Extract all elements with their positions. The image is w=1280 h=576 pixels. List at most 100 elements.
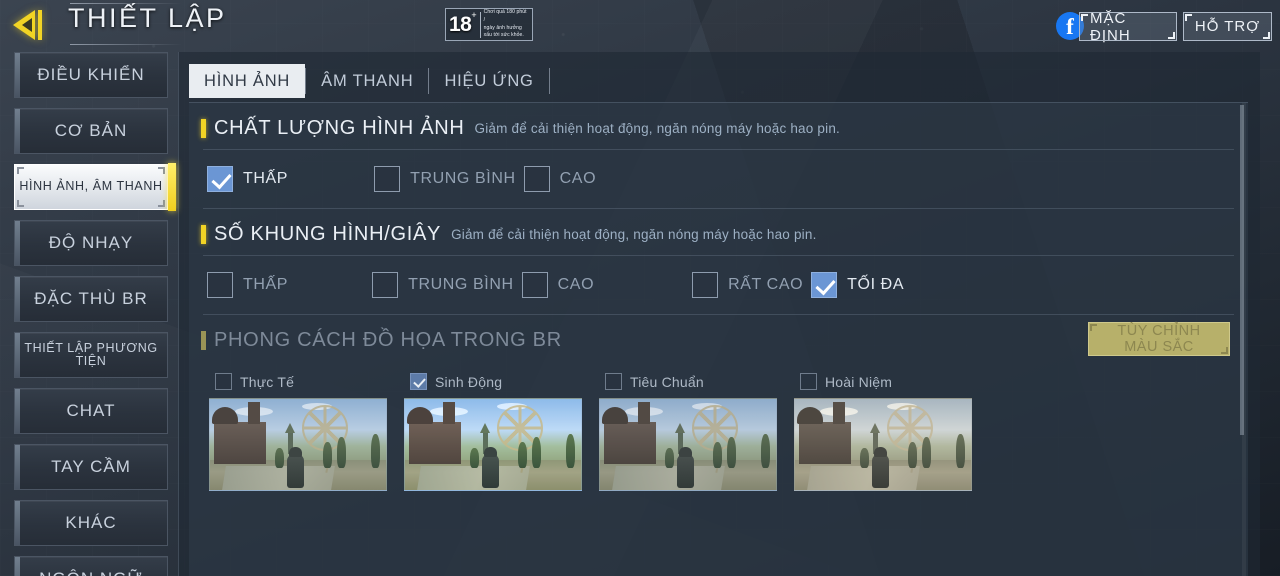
- option-1[interactable]: THẤP: [207, 166, 288, 192]
- checkbox-unchecked-icon[interactable]: [800, 373, 817, 390]
- tab-1[interactable]: HÌNH ẢNH: [189, 64, 306, 98]
- corner-mark-icon: [17, 167, 24, 174]
- church-building-shape: [797, 402, 851, 464]
- checkbox-unchecked-icon[interactable]: [605, 373, 622, 390]
- graphics-style-card-4[interactable]: Hoài Niệm: [794, 367, 972, 491]
- tab-label: HIỆU ỨNG: [444, 71, 534, 90]
- sidebar-item-3[interactable]: HÌNH ẢNH, ÂM THANH: [14, 163, 176, 211]
- default-button[interactable]: MẶC ĐỊNH: [1079, 9, 1177, 44]
- section-graphics-style: PHONG CÁCH ĐỒ HỌA TRONG BR TÙY CHỈNH MÀU…: [189, 315, 1248, 491]
- option-label: TỐI ĐA: [847, 276, 905, 293]
- sidebar-item-6[interactable]: THIẾT LẬP PHƯƠNG TIỆN: [14, 332, 168, 378]
- road-shape: [417, 466, 531, 490]
- tab-3[interactable]: HIỆU ỨNG: [429, 64, 548, 98]
- sidebar-item-label: ĐẶC THÙ BR: [34, 289, 148, 309]
- card-label: Sinh Động: [435, 373, 503, 390]
- panel-scrollbar-thumb[interactable]: [1240, 105, 1244, 435]
- tree-shape: [921, 437, 931, 468]
- card-header: Hoài Niệm: [794, 367, 972, 398]
- tree-shape: [566, 434, 575, 468]
- character-shape: [872, 447, 890, 488]
- graphics-style-preview-image: [794, 398, 972, 491]
- card-header: Tiêu Chuẩn: [599, 367, 777, 398]
- graphics-style-card-1[interactable]: Thực Tế: [209, 367, 387, 491]
- default-button-label: MẶC ĐỊNH: [1090, 9, 1131, 44]
- section-title: PHONG CÁCH ĐỒ HỌA TRONG BR: [214, 329, 562, 351]
- checkbox-unchecked-icon[interactable]: [692, 272, 719, 298]
- age-badge-divider: [479, 11, 481, 38]
- road-shape: [222, 466, 336, 490]
- sidebar-item-label: TAY CẦM: [51, 457, 131, 477]
- sidebar-item-10[interactable]: NGÔN NGỮ: [14, 556, 168, 576]
- corner-mark-icon: [1221, 347, 1228, 354]
- church-building-shape: [407, 402, 461, 464]
- option-1[interactable]: THẤP: [207, 272, 288, 298]
- graphics-style-card-2[interactable]: Sinh Động: [404, 367, 582, 491]
- sidebar-item-5[interactable]: ĐẶC THÙ BR: [14, 276, 168, 322]
- checkbox-unchecked-icon[interactable]: [521, 272, 548, 298]
- tree-shape: [336, 437, 346, 468]
- support-button[interactable]: HỖ TRỢ: [1183, 12, 1272, 41]
- checkbox-unchecked-icon[interactable]: [372, 272, 399, 298]
- tab-bar: HÌNH ẢNH ÂM THANH HIỆU ỨNG: [179, 52, 1260, 102]
- checkbox-unchecked-icon[interactable]: [215, 373, 232, 390]
- option-label: RẤT CAO: [728, 276, 804, 293]
- tree-shape: [956, 434, 965, 468]
- card-header: Sinh Động: [404, 367, 582, 398]
- sidebar-item-label: ĐỘ NHẠY: [48, 233, 134, 253]
- tree-shape: [517, 442, 527, 468]
- sidebar-item-4[interactable]: ĐỘ NHẠY: [14, 220, 168, 266]
- corner-mark-icon: [158, 200, 165, 207]
- sidebar-item-8[interactable]: TAY CẦM: [14, 444, 168, 490]
- section-framerate: SỐ KHUNG HÌNH/GIÂY Giảm để cải thiện hoạ…: [189, 209, 1248, 314]
- option-3[interactable]: CAO: [523, 166, 597, 192]
- option-label: CAO: [557, 276, 595, 293]
- back-arrow-icon[interactable]: [13, 6, 61, 44]
- sidebar-item-2[interactable]: CƠ BẢN: [14, 108, 168, 154]
- character-shape: [482, 447, 500, 488]
- sidebar-item-label: CHAT: [66, 401, 116, 421]
- option-4[interactable]: RẤT CAO: [692, 272, 803, 298]
- option-label: THẤP: [243, 170, 289, 187]
- sidebar-item-label: HÌNH ẢNH, ÂM THANH: [19, 179, 163, 194]
- graphics-style-card-3[interactable]: Tiêu Chuẩn: [599, 367, 777, 491]
- church-building-shape: [602, 402, 656, 464]
- section-title: CHẤT LƯỢNG HÌNH ẢNH: [214, 117, 465, 139]
- tree-shape: [470, 448, 480, 468]
- checkbox-checked-icon[interactable]: [410, 373, 427, 390]
- checkbox-checked-icon[interactable]: [811, 272, 838, 298]
- panel-scrollbar-track[interactable]: [1240, 103, 1246, 576]
- corner-mark-icon: [158, 167, 165, 174]
- tab-divider: [548, 68, 550, 94]
- settings-panel: CHẤT LƯỢNG HÌNH ẢNH Giảm để cải thiện ho…: [189, 102, 1248, 576]
- card-header: Thực Tế: [209, 367, 387, 398]
- option-3[interactable]: CAO: [521, 272, 595, 298]
- checkbox-unchecked-icon[interactable]: [374, 166, 401, 192]
- checkbox-unchecked-icon[interactable]: [207, 272, 233, 298]
- option-label: CAO: [559, 170, 597, 187]
- custom-color-label-line2: MÀU SẮC: [1124, 339, 1194, 355]
- option-label: TRUNG BÌNH: [410, 170, 516, 187]
- quality-options-row: THẤP TRUNG BÌNH CAO: [189, 150, 1248, 208]
- tab-2[interactable]: ÂM THANH: [306, 64, 428, 98]
- sidebar-item-label: KHÁC: [65, 513, 117, 533]
- checkbox-unchecked-icon[interactable]: [523, 166, 550, 192]
- graphics-style-cards: Thực Tế Sinh Động Tiêu Chuẩn Hoài Niệm: [189, 361, 1248, 491]
- road-shape: [807, 466, 921, 490]
- corner-mark-icon: [1263, 32, 1270, 39]
- warning-line-2: ngày ảnh hưởng: [483, 24, 522, 31]
- tab-label: HÌNH ẢNH: [204, 71, 291, 90]
- checkbox-checked-icon[interactable]: [207, 166, 233, 192]
- road-shape: [612, 466, 726, 490]
- custom-color-button[interactable]: TÙY CHỈNH MÀU SẮC: [1088, 322, 1230, 356]
- tree-shape: [275, 448, 285, 468]
- corner-mark-icon: [1081, 14, 1088, 21]
- back-arrow-bar: [38, 10, 42, 40]
- option-5[interactable]: TỐI ĐA: [811, 272, 904, 298]
- sidebar-item-7[interactable]: CHAT: [14, 388, 168, 434]
- sidebar-item-1[interactable]: ĐIỀU KHIỂN: [14, 52, 168, 98]
- option-2[interactable]: TRUNG BÌNH: [374, 166, 516, 192]
- option-2[interactable]: TRUNG BÌNH: [372, 272, 514, 298]
- sidebar-item-9[interactable]: KHÁC: [14, 500, 168, 546]
- section-accent-bar: [201, 225, 206, 244]
